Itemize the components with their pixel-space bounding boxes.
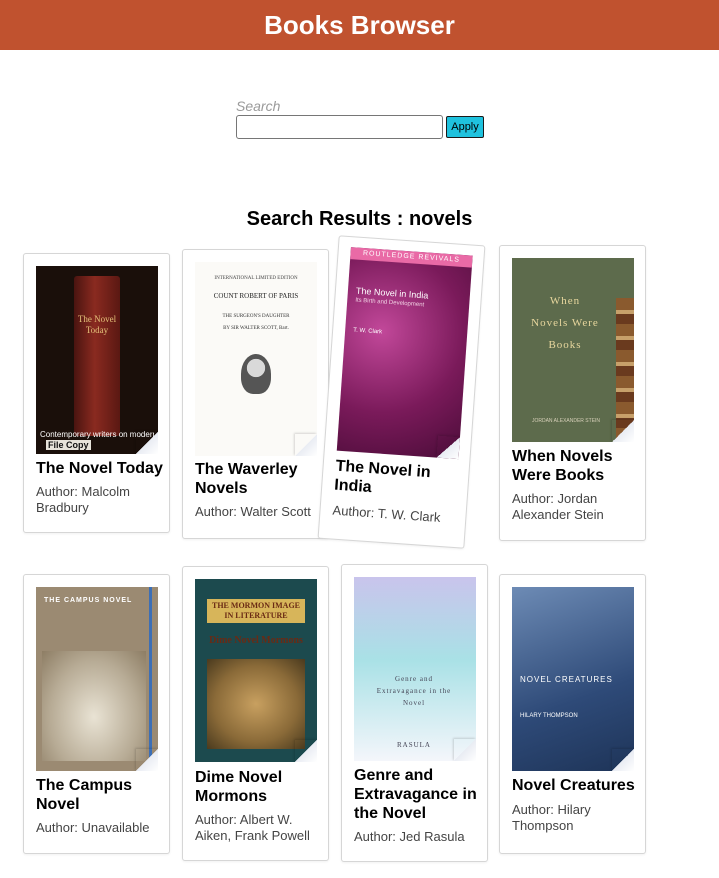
book-cover-image[interactable]: Genre and Extravagance in the Novel RASU… [354,577,476,761]
book-author: Author: Jordan Alexander Stein [512,491,604,522]
page-curl-icon [612,749,634,771]
book-author: Author: Unavailable [36,820,150,835]
book-title[interactable]: Novel Creatures [512,776,640,795]
book-card[interactable]: Genre and Extravagance in the Novel RASU… [341,564,488,862]
book-author: Author: T. W. Clark [332,502,442,526]
cover-title: THE CAMPUS NOVEL [44,597,133,604]
book-cover-image[interactable]: INTERNATIONAL LIMITED EDITION COUNT ROBE… [195,262,317,456]
cover-title: When Novels Were Books [531,295,599,351]
cover-stripe [149,587,152,771]
book-card[interactable]: The Novel Today Contemporary writers on … [23,253,170,533]
apply-button[interactable]: Apply [446,116,484,138]
page-curl-icon [295,434,317,456]
cover-band: ROUTLEDGE REVIVALS [350,247,473,268]
page-curl-icon [454,739,476,761]
cover-subtitle: THE SURGEON'S DAUGHTER [222,314,290,319]
book-title[interactable]: Dime Novel Mormons [195,768,323,806]
cover-author: BY SIR WALTER SCOTT, Bart. [223,326,289,331]
book-cover-image[interactable]: THE MORMON IMAGE IN LITERATURE Dime Nove… [195,579,317,762]
book-cover-image[interactable]: NOVEL CREATURES HILARY THOMPSON [512,587,634,771]
book-cover-image[interactable]: When Novels Were Books JORDAN ALEXANDER … [512,258,634,442]
book-card[interactable]: INTERNATIONAL LIMITED EDITION COUNT ROBE… [182,249,329,539]
book-card[interactable]: THE CAMPUS NOVEL The Campus Novel Author… [23,574,170,854]
cover-editor: T. W. Clark [352,327,383,336]
cover-title: Genre and Extravagance in the Novel [376,675,452,707]
portrait-image [241,354,271,394]
cover-title: The Novel Today [77,314,117,335]
book-cover-image[interactable]: The Novel Today Contemporary writers on … [36,266,158,454]
page-curl-icon [295,740,317,762]
book-card[interactable]: ROUTLEDGE REVIVALS The Novel in India It… [317,235,486,549]
cover-author: HILARY THOMPSON [520,713,578,719]
book-card[interactable]: THE MORMON IMAGE IN LITERATURE Dime Nove… [182,566,329,861]
cover-illustration [207,659,305,749]
cover-edition: INTERNATIONAL LIMITED EDITION [214,276,298,281]
cover-title: NOVEL CREATURES [520,675,613,684]
search-input[interactable] [236,115,443,139]
book-title[interactable]: The Novel in India [334,457,464,504]
cover-author: RASULA [396,741,431,749]
book-title[interactable]: The Waverley Novels [195,460,323,498]
book-title[interactable]: When Novels Were Books [512,447,640,485]
cover-top: THE MORMON IMAGE IN LITERATURE [207,599,305,623]
cover-title: Dime Novel Mormons [209,635,303,646]
app-title: Books Browser [264,9,455,40]
book-card[interactable]: NOVEL CREATURES HILARY THOMPSON Novel Cr… [499,574,646,854]
results-title: Search Results : novels [246,208,473,230]
book-title[interactable]: The Novel Today [36,459,164,478]
book-author: Author: Hilary Thompson [512,802,591,833]
page-curl-icon [136,749,158,771]
book-card[interactable]: When Novels Were Books JORDAN ALEXANDER … [499,245,646,541]
ship-engraving-image [42,651,146,761]
app-header: Books Browser [0,0,719,50]
book-cover-image[interactable]: ROUTLEDGE REVIVALS The Novel in India It… [336,247,473,460]
book-author: Author: Albert W. Aiken, Frank Powell [195,812,310,843]
page-curl-icon [612,420,634,442]
cover-title: COUNT ROBERT OF PARIS [213,292,299,300]
search-label: Search [236,98,281,114]
book-author: Author: Malcolm Bradbury [36,484,130,515]
book-cover-image[interactable]: THE CAMPUS NOVEL [36,587,158,771]
book-author: Author: Jed Rasula [354,829,465,844]
book-stack-image [616,298,634,438]
page-curl-icon [436,435,460,460]
cover-author: JORDAN ALEXANDER STEIN [531,418,601,424]
book-author: Author: Walter Scott [195,504,311,519]
page-curl-icon [136,432,158,454]
book-title[interactable]: Genre and Extravagance in the Novel [354,766,482,823]
book-title[interactable]: The Campus Novel [36,776,164,814]
search-form: Search Apply [236,98,484,139]
file-copy-stamp: File Copy [46,440,91,450]
